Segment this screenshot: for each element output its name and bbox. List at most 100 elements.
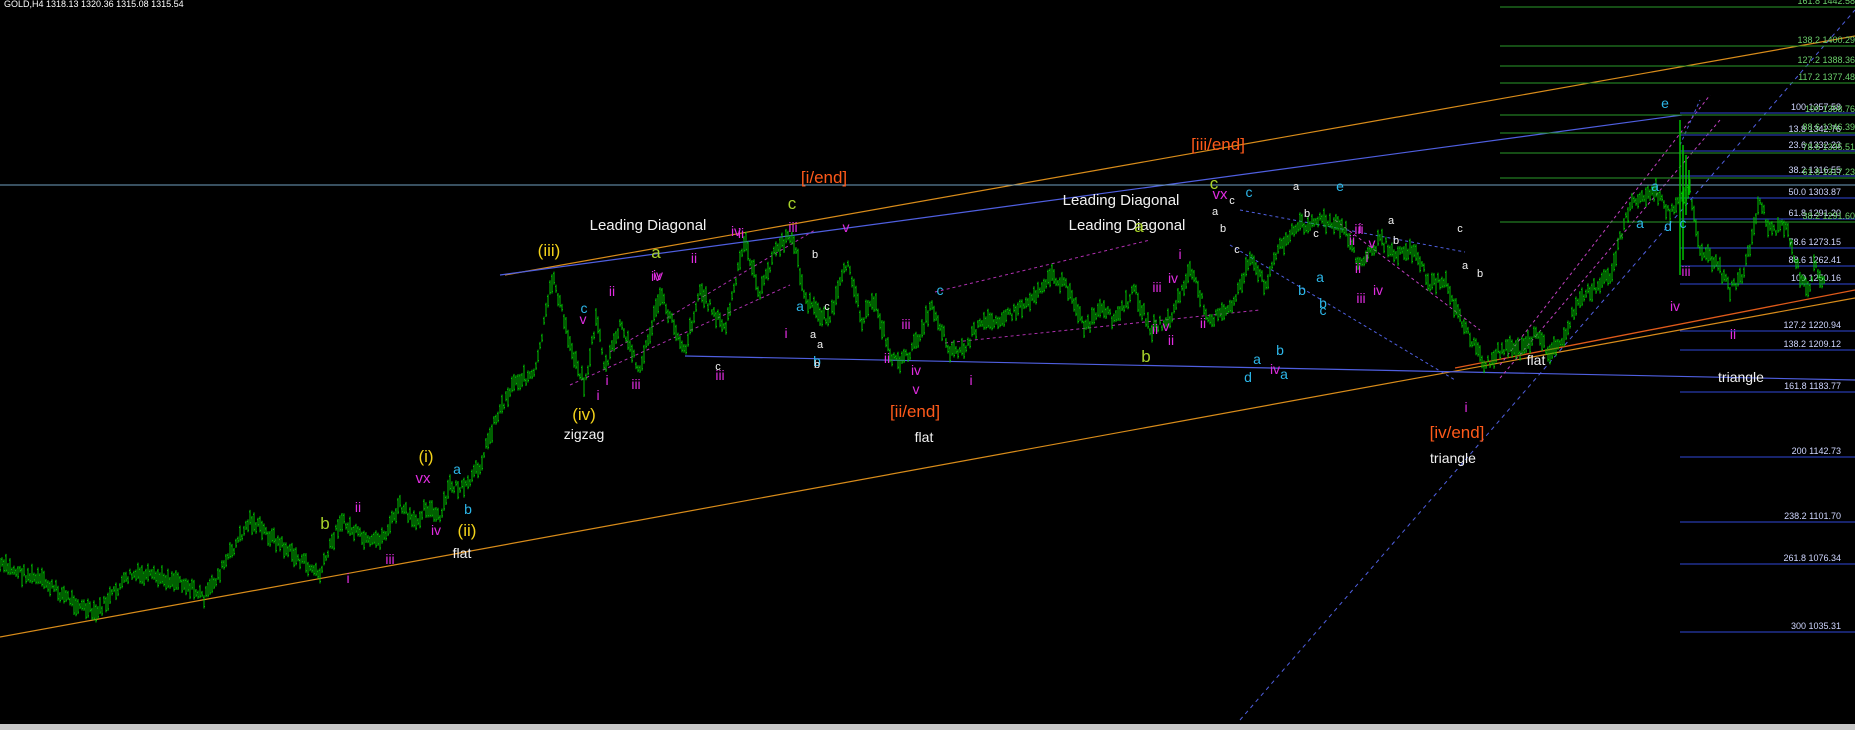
wave-label: vx xyxy=(416,470,432,487)
wave-label: (iv) xyxy=(572,405,596,424)
wave-label: ii xyxy=(691,250,697,266)
fib-level-label: 300 1035.31 xyxy=(1791,621,1841,631)
wave-label: [iv/end] xyxy=(1430,423,1485,442)
wave-label: (ii) xyxy=(458,521,477,540)
wave-label: iii xyxy=(1681,263,1690,279)
wave-label: b xyxy=(1298,282,1306,298)
wave-label: ii xyxy=(609,283,615,299)
wave-label: [iii/end] xyxy=(1191,135,1245,154)
wave-label: c xyxy=(937,282,944,298)
wave-label: iv xyxy=(1670,298,1680,314)
fib-level-label: 238.2 1101.70 xyxy=(1784,511,1841,521)
fib-level-label: 100 1250.16 xyxy=(1791,273,1841,283)
wave-label: [ii/end] xyxy=(890,402,940,421)
wave-label: ii xyxy=(1200,315,1206,331)
wave-label: (i) xyxy=(418,447,433,466)
wave-label: (iii) xyxy=(538,241,561,260)
wave-label: iii xyxy=(1356,290,1365,306)
wave-label: a xyxy=(1212,206,1219,218)
wave-label: i xyxy=(1365,249,1368,265)
fib-level-label: 127.2 1220.94 xyxy=(1783,320,1841,330)
wave-label: i xyxy=(346,570,349,586)
wave-label: c xyxy=(1229,195,1235,207)
wave-label: iv xyxy=(911,362,921,378)
chart-canvas[interactable]: 100 1357.5813.8 1342.7623.6 1332.2338.2 … xyxy=(0,0,1855,730)
wave-label: a xyxy=(1388,215,1395,227)
wave-label: a xyxy=(1636,215,1644,231)
wave-label: a xyxy=(1134,217,1144,236)
wave-label: iii xyxy=(631,376,640,392)
wave-label: i xyxy=(1178,246,1181,262)
fib-ext-label: 38.2 1291.60 xyxy=(1802,211,1855,221)
wave-label: c xyxy=(1680,215,1687,231)
wave-label: d xyxy=(1244,369,1252,385)
wave-label: c xyxy=(715,361,721,373)
wave-label: c xyxy=(1313,228,1319,240)
fib-level-label: 200 1142.73 xyxy=(1792,446,1841,456)
wave-label: a xyxy=(1316,269,1324,285)
wave-label: ii xyxy=(355,499,361,515)
wave-label: v xyxy=(843,219,850,235)
wave-label: a xyxy=(651,243,661,262)
wave-label: iii xyxy=(901,316,910,332)
wave-label: b xyxy=(814,359,820,371)
chart-root: GOLD,H4 1318.13 1320.36 1315.08 1315.54 … xyxy=(0,0,1855,730)
wave-label: flat xyxy=(1527,352,1546,368)
wave-label: [i/end] xyxy=(801,168,847,187)
wave-label: ii xyxy=(1168,332,1174,348)
wave-label: i xyxy=(969,372,972,388)
wave-dashed-lower xyxy=(1499,119,1721,379)
wave-label: c xyxy=(788,194,797,213)
channel-lower-line xyxy=(0,297,1855,638)
wave-label: a xyxy=(796,298,804,314)
wave-label: iv xyxy=(1270,361,1280,377)
wave-label: a xyxy=(810,329,817,341)
wave-label: Leading Diagonal xyxy=(590,217,707,234)
wave-label: i xyxy=(596,387,599,403)
fib-ext-label: 100 1358.76 xyxy=(1805,104,1855,114)
wave-label: triangle xyxy=(1718,369,1764,385)
wave-label: flat xyxy=(453,545,472,561)
tri-dashed-lower xyxy=(1229,244,1456,381)
trend-dashed-line xyxy=(1239,9,1855,721)
wave-label: flat xyxy=(915,429,934,445)
wave-label: zigzag xyxy=(564,426,604,442)
wave-label: iii xyxy=(385,551,394,567)
wave-label: v xyxy=(1369,235,1376,251)
wave-label: v xyxy=(580,311,587,327)
wave-label: a xyxy=(817,339,824,351)
wave-label: ii xyxy=(1355,260,1361,276)
wave-label: i xyxy=(1464,399,1467,415)
wave-label: b xyxy=(464,501,472,517)
horizontal-scrollbar[interactable] xyxy=(0,724,1855,730)
wave-label: c xyxy=(1210,174,1219,193)
wave-label: iv xyxy=(1373,282,1383,298)
wave-label: c xyxy=(1246,184,1253,200)
wave-label: c xyxy=(824,301,830,313)
wave-label: b xyxy=(1141,347,1150,366)
wave-label: a xyxy=(1280,366,1288,382)
wave-label: i xyxy=(1358,220,1361,236)
wave-label: triangle xyxy=(1430,450,1476,466)
fib-level-label: 161.8 1183.77 xyxy=(1784,381,1841,391)
diag1-dashed-lower xyxy=(569,284,791,386)
wave-label: a xyxy=(1462,260,1469,272)
fib-level-label: 78.6 1273.15 xyxy=(1788,237,1841,247)
wave-label: b xyxy=(320,514,329,533)
fib-ext-label: 138.2 1400.29 xyxy=(1797,35,1855,45)
wave-label: a xyxy=(1651,178,1659,194)
wave-label: ii xyxy=(884,350,890,366)
wave-label: v xyxy=(913,381,920,397)
wave-label: iv xyxy=(731,223,741,239)
fib-ext-label: 78.6 1335.51 xyxy=(1802,142,1855,152)
wave-label: b xyxy=(812,249,818,261)
wave-label: c xyxy=(1234,244,1240,256)
fib-ext-label: 61.8 1317.23 xyxy=(1802,167,1855,177)
fib-ext-label: 127.2 1388.36 xyxy=(1797,55,1855,65)
wave-label: e xyxy=(1336,178,1344,194)
wave-label: b xyxy=(1393,235,1399,247)
wave-labels: Leading Diagonal Leading Diagonal Leading … xyxy=(320,95,1764,586)
wave-label: b xyxy=(1477,268,1483,280)
wave-label: b xyxy=(1276,342,1284,358)
fib-ext-label: 161.8 1442.58 xyxy=(1797,0,1855,6)
